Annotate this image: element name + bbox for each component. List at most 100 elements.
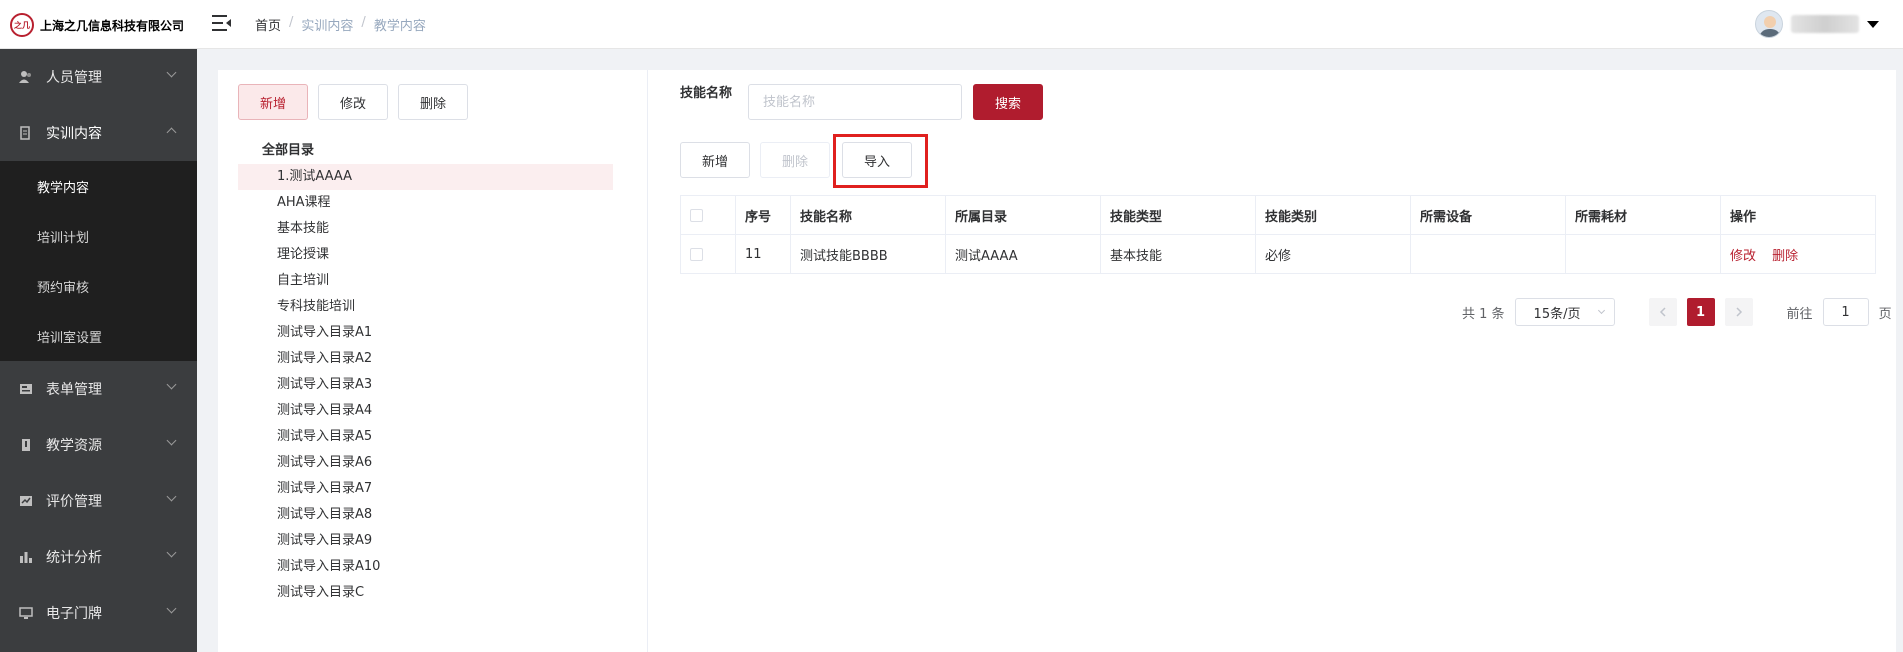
- book-icon: [18, 125, 34, 141]
- chevron-down-icon: [1597, 306, 1605, 315]
- user-icon: [18, 69, 34, 85]
- tree-node[interactable]: 专科技能培训: [238, 294, 613, 320]
- goto-page-input[interactable]: [1822, 298, 1869, 326]
- row-select-cell: [680, 234, 736, 274]
- sidebar-item-label: 电子门牌: [46, 606, 102, 622]
- sidebar-item-teaching-resources[interactable]: 教学资源: [0, 417, 197, 473]
- logo-mark: 之几: [10, 13, 34, 37]
- caret-down-icon[interactable]: [1867, 20, 1879, 28]
- sidebar-item-label: 统计分析: [46, 550, 102, 566]
- tree-node[interactable]: 自主培训: [238, 268, 613, 294]
- skill-add-button[interactable]: 新增: [680, 142, 750, 178]
- company-name: 上海之几信息科技有限公司: [40, 18, 185, 33]
- tree-node[interactable]: 测试导入目录A9: [238, 528, 613, 554]
- cell-actions: 修改 删除: [1720, 234, 1876, 274]
- sidebar: 人员管理 实训内容 教学内容 培训计划 预约审核 培训室设置 表单管理 教学资源…: [0, 49, 197, 652]
- column-header: 技能名称: [790, 195, 946, 235]
- cell-skill-category: 必修: [1255, 234, 1411, 274]
- evaluation-icon: [18, 493, 34, 509]
- tree-root[interactable]: 全部目录: [238, 138, 613, 164]
- page-suffix: 页: [1878, 306, 1892, 322]
- tree-edit-button[interactable]: 修改: [318, 84, 388, 120]
- chevron-down-icon: [166, 67, 177, 78]
- chevron-down-icon: [166, 547, 177, 558]
- chevron-down-icon: [166, 379, 177, 390]
- breadcrumb-section[interactable]: 实训内容: [301, 15, 353, 34]
- goto-label: 前往: [1786, 306, 1813, 322]
- search-button[interactable]: 搜索: [973, 84, 1043, 120]
- breadcrumb-home[interactable]: 首页: [255, 15, 281, 34]
- row-delete-link[interactable]: 删除: [1772, 249, 1798, 264]
- column-header: 所需耗材: [1565, 195, 1721, 235]
- tree-node[interactable]: 测试导入目录A4: [238, 398, 613, 424]
- skill-delete-button[interactable]: 删除: [760, 142, 830, 178]
- bar-chart-icon: [18, 549, 34, 565]
- sidebar-item-label: 表单管理: [46, 382, 102, 398]
- form-icon: [18, 381, 34, 397]
- menu-toggle-icon[interactable]: [212, 14, 232, 32]
- chevron-right-icon: [1736, 307, 1742, 317]
- cell-skill-type: 基本技能: [1100, 234, 1256, 274]
- sidebar-item-label: 人员管理: [46, 70, 102, 86]
- tree-node[interactable]: 测试导入目录A8: [238, 502, 613, 528]
- user-menu[interactable]: [1755, 10, 1879, 38]
- tree-node[interactable]: 1.测试AAAA: [238, 164, 613, 190]
- cell-index: 11: [735, 234, 791, 274]
- tree-delete-button[interactable]: 删除: [398, 84, 468, 120]
- cell-catalog: 测试AAAA: [945, 234, 1101, 274]
- breadcrumb-separator: /: [289, 15, 294, 30]
- select-all-checkbox[interactable]: [690, 208, 703, 222]
- pagination-total: 共 1 条: [1462, 306, 1505, 322]
- submenu-training-content: 教学内容 培训计划 预约审核 培训室设置: [0, 161, 197, 361]
- column-header: 技能类型: [1100, 195, 1256, 235]
- sidebar-subitem-room-settings[interactable]: 培训室设置: [0, 311, 197, 361]
- skill-name-search-input[interactable]: [748, 84, 962, 120]
- tree-node[interactable]: 测试导入目录A1: [238, 320, 613, 346]
- skills-table: 序号 技能名称 所属目录 技能类型 技能类别 所需设备 所需耗材 操作 11 测…: [680, 195, 1876, 274]
- tree-node[interactable]: 测试导入目录A10: [238, 554, 613, 580]
- row-checkbox[interactable]: [690, 247, 703, 261]
- sidebar-item-evaluation[interactable]: 评价管理: [0, 473, 197, 529]
- top-bar: 之几 上海之几信息科技有限公司 首页 / 实训内容 / 教学内容: [0, 0, 1903, 49]
- chevron-down-icon: [166, 603, 177, 614]
- tree-node[interactable]: 测试导入目录A3: [238, 372, 613, 398]
- sidebar-subitem-teaching-content[interactable]: 教学内容: [0, 161, 197, 211]
- resource-icon: [18, 437, 34, 453]
- page-size-select[interactable]: 15条/页: [1514, 298, 1615, 326]
- table-row: 11 测试技能BBBB 测试AAAA 基本技能 必修 修改 删除: [680, 234, 1876, 274]
- sidebar-item-forms[interactable]: 表单管理: [0, 361, 197, 417]
- breadcrumb: 首页 / 实训内容 / 教学内容: [255, 15, 426, 34]
- tree-node[interactable]: 理论授课: [238, 242, 613, 268]
- page-size-value: 15条/页: [1533, 306, 1581, 322]
- column-header: 序号: [735, 195, 791, 235]
- next-page-button[interactable]: [1724, 298, 1753, 326]
- column-header: 所属目录: [945, 195, 1101, 235]
- tree-node[interactable]: 测试导入目录C: [238, 580, 613, 606]
- sidebar-item-e-doorplate[interactable]: 电子门牌: [0, 585, 197, 641]
- company-logo[interactable]: 之几 上海之几信息科技有限公司: [10, 13, 184, 37]
- tree-node[interactable]: 测试导入目录A5: [238, 424, 613, 450]
- catalog-tree: 全部目录 1.测试AAAA AHA课程 基本技能 理论授课 自主培训 专科技能培…: [238, 138, 613, 606]
- tree-add-button[interactable]: 新增: [238, 84, 308, 120]
- breadcrumb-current: 教学内容: [373, 19, 426, 34]
- sidebar-subitem-training-plan[interactable]: 培训计划: [0, 211, 197, 261]
- tree-node[interactable]: AHA课程: [238, 190, 613, 216]
- tree-node[interactable]: 测试导入目录A2: [238, 346, 613, 372]
- user-name-redacted: [1791, 15, 1859, 33]
- sidebar-item-training-content[interactable]: 实训内容: [0, 105, 197, 161]
- monitor-icon: [18, 605, 34, 621]
- page-number-current[interactable]: 1: [1686, 298, 1715, 326]
- row-edit-link[interactable]: 修改: [1730, 249, 1756, 264]
- tree-node[interactable]: 基本技能: [238, 216, 613, 242]
- avatar[interactable]: [1755, 10, 1783, 38]
- sidebar-item-label: 实训内容: [46, 126, 102, 142]
- breadcrumb-separator: /: [361, 15, 366, 30]
- prev-page-button[interactable]: [1648, 298, 1677, 326]
- tree-node[interactable]: 测试导入目录A6: [238, 450, 613, 476]
- sidebar-subitem-reservation-review[interactable]: 预约审核: [0, 261, 197, 311]
- select-all-cell: [680, 195, 736, 235]
- sidebar-item-statistics[interactable]: 统计分析: [0, 529, 197, 585]
- column-header: 操作: [1720, 195, 1876, 235]
- sidebar-item-personnel[interactable]: 人员管理: [0, 49, 197, 105]
- tree-node[interactable]: 测试导入目录A7: [238, 476, 613, 502]
